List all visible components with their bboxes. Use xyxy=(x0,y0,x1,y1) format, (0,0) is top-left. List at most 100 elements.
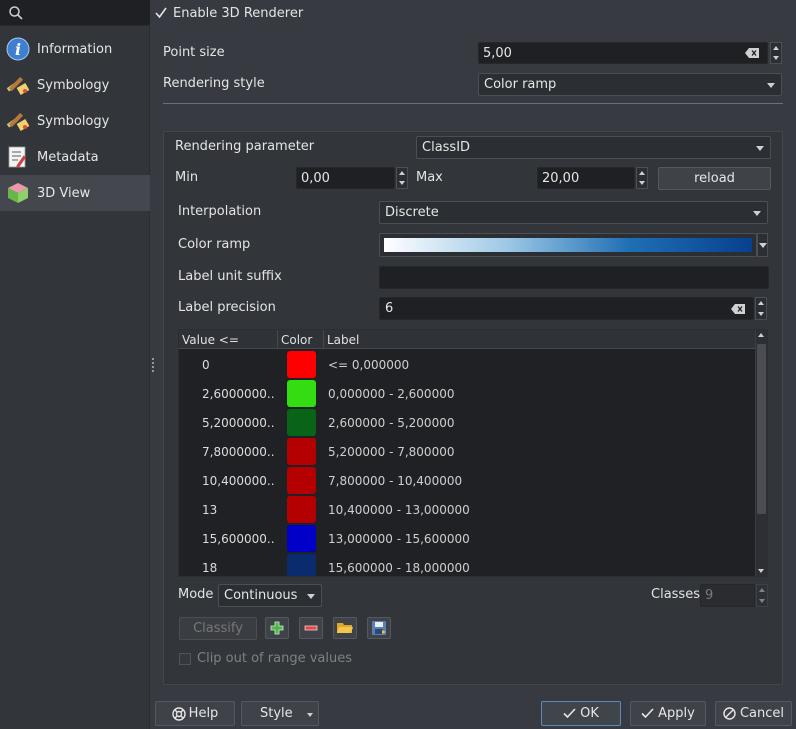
table-row[interactable]: 5,2000000... 2,600000 - 5,200000 xyxy=(179,408,756,437)
row-value[interactable]: 5,2000000... xyxy=(202,408,274,437)
table-scrollbar[interactable] xyxy=(755,330,767,576)
row-value[interactable]: 15,600000... xyxy=(202,524,274,553)
max-value: 20,00 xyxy=(542,170,580,186)
row-label[interactable]: 13,000000 - 15,600000 xyxy=(328,524,470,553)
scroll-down-icon[interactable] xyxy=(758,569,764,573)
rendering-style-label: Rendering style xyxy=(163,76,265,91)
row-color-swatch[interactable] xyxy=(287,496,316,523)
row-label[interactable]: 0,000000 - 2,600000 xyxy=(328,379,454,408)
sidebar-item-label: 3D View xyxy=(37,185,91,201)
table-row[interactable]: 2,6000000... 0,000000 - 2,600000 xyxy=(179,379,756,408)
row-label[interactable]: 2,600000 - 5,200000 xyxy=(328,408,454,437)
min-input[interactable]: 0,00 xyxy=(296,167,395,189)
label-precision-value: 6 xyxy=(385,301,394,316)
label-unit-suffix-input[interactable] xyxy=(379,266,769,289)
column-header-value[interactable]: Value <= xyxy=(179,330,278,349)
classes-spinner[interactable] xyxy=(756,584,768,607)
checkmark-icon xyxy=(563,708,576,719)
color-ramp-menu-button[interactable] xyxy=(757,233,768,257)
point-size-spinner[interactable] xyxy=(770,42,782,64)
splitter-handle[interactable] xyxy=(152,358,154,374)
apply-label: Apply xyxy=(658,706,695,721)
max-input[interactable]: 20,00 xyxy=(537,167,635,189)
rendering-parameter-value: ClassID xyxy=(422,140,471,155)
sidebar-item-metadata[interactable]: Metadata xyxy=(0,139,150,175)
row-color-swatch[interactable] xyxy=(287,467,316,494)
column-header-label[interactable]: Label xyxy=(324,330,756,349)
row-label[interactable]: 10,400000 - 13,000000 xyxy=(328,495,470,524)
mode-label: Mode xyxy=(178,587,214,602)
style-label: Style xyxy=(260,706,293,721)
metadata-icon xyxy=(5,144,31,170)
help-label: Help xyxy=(188,706,219,721)
row-value[interactable]: 18 xyxy=(202,553,274,576)
rendering-parameter-label: Rendering parameter xyxy=(175,139,315,154)
row-value[interactable]: 13 xyxy=(202,495,274,524)
load-classes-button[interactable] xyxy=(333,617,357,639)
rendering-parameter-select[interactable]: ClassID xyxy=(416,136,771,159)
table-row[interactable]: 13 10,400000 - 13,000000 xyxy=(179,495,756,524)
apply-button[interactable]: Apply xyxy=(630,701,706,726)
chevron-down-icon xyxy=(753,210,761,216)
rendering-style-select[interactable]: Color ramp xyxy=(478,73,782,96)
row-label[interactable]: 7,800000 - 10,400000 xyxy=(328,466,462,495)
column-header-color[interactable]: Color xyxy=(278,330,324,349)
class-table[interactable]: Value <= Color Label 0 <= 0,000000 2,60000… xyxy=(178,329,768,577)
interpolation-value: Discrete xyxy=(385,205,439,220)
row-color-swatch[interactable] xyxy=(287,525,316,552)
clip-range-checkbox[interactable] xyxy=(179,653,191,665)
sidebar-item-3d-view[interactable]: 3D View xyxy=(0,175,150,211)
table-row[interactable]: 10,400000... 7,800000 - 10,400000 xyxy=(179,466,756,495)
sidebar-search-input[interactable] xyxy=(0,0,150,26)
label-precision-spinner[interactable] xyxy=(755,297,767,320)
point-size-input[interactable]: 5,00 xyxy=(478,42,768,64)
row-label[interactable]: 5,200000 - 7,800000 xyxy=(328,437,454,466)
classes-input[interactable]: 9 xyxy=(700,584,755,607)
clear-icon[interactable] xyxy=(745,48,759,58)
sidebar-item-information[interactable]: i Information xyxy=(0,31,150,67)
table-row[interactable]: 15,600000... 13,000000 - 15,600000 xyxy=(179,524,756,553)
label-precision-input[interactable]: 6 xyxy=(379,297,754,320)
point-size-label: Point size xyxy=(163,45,225,60)
table-row[interactable]: 7,8000000... 5,200000 - 7,800000 xyxy=(179,437,756,466)
reload-button[interactable]: reload xyxy=(658,167,771,190)
row-color-swatch[interactable] xyxy=(287,438,316,465)
row-value[interactable]: 0 xyxy=(202,350,274,379)
max-label: Max xyxy=(416,170,443,185)
sidebar-item-symbology-2[interactable]: Symbology xyxy=(0,103,150,139)
mode-value: Continuous xyxy=(224,588,298,603)
min-spinner[interactable] xyxy=(396,167,408,189)
row-value[interactable]: 2,6000000... xyxy=(202,379,274,408)
row-color-swatch[interactable] xyxy=(287,554,316,576)
cube-3d-icon xyxy=(5,180,31,206)
scrollbar-thumb[interactable] xyxy=(757,344,766,514)
row-color-swatch[interactable] xyxy=(287,351,316,378)
row-label[interactable]: <= 0,000000 xyxy=(328,350,409,379)
style-button[interactable]: Style xyxy=(241,701,319,726)
help-button[interactable]: Help xyxy=(155,701,235,726)
color-ramp-button[interactable] xyxy=(379,233,757,257)
table-row[interactable]: 18 15,600000 - 18,000000 xyxy=(179,553,756,576)
clear-icon[interactable] xyxy=(731,304,745,314)
row-color-swatch[interactable] xyxy=(287,409,316,436)
row-color-swatch[interactable] xyxy=(287,380,316,407)
row-value[interactable]: 7,8000000... xyxy=(202,437,274,466)
classify-button[interactable]: Classify xyxy=(179,617,257,640)
ok-button[interactable]: OK xyxy=(541,701,621,726)
interpolation-label: Interpolation xyxy=(178,204,262,219)
scroll-up-icon[interactable] xyxy=(758,333,764,337)
row-value[interactable]: 10,400000... xyxy=(202,466,274,495)
enable-3d-checkbox[interactable] xyxy=(155,6,169,22)
svg-text:i: i xyxy=(15,40,21,59)
save-classes-button[interactable] xyxy=(367,617,391,639)
cancel-button[interactable]: Cancel xyxy=(715,701,792,726)
interpolation-select[interactable]: Discrete xyxy=(379,201,768,224)
sidebar-item-label: Symbology xyxy=(37,77,110,93)
remove-class-button[interactable] xyxy=(299,617,323,639)
mode-select[interactable]: Continuous xyxy=(218,584,322,607)
max-spinner[interactable] xyxy=(636,167,648,189)
row-label[interactable]: 15,600000 - 18,000000 xyxy=(328,553,470,576)
table-row[interactable]: 0 <= 0,000000 xyxy=(179,350,756,379)
sidebar-item-symbology[interactable]: Symbology xyxy=(0,67,150,103)
add-class-button[interactable] xyxy=(265,617,289,639)
